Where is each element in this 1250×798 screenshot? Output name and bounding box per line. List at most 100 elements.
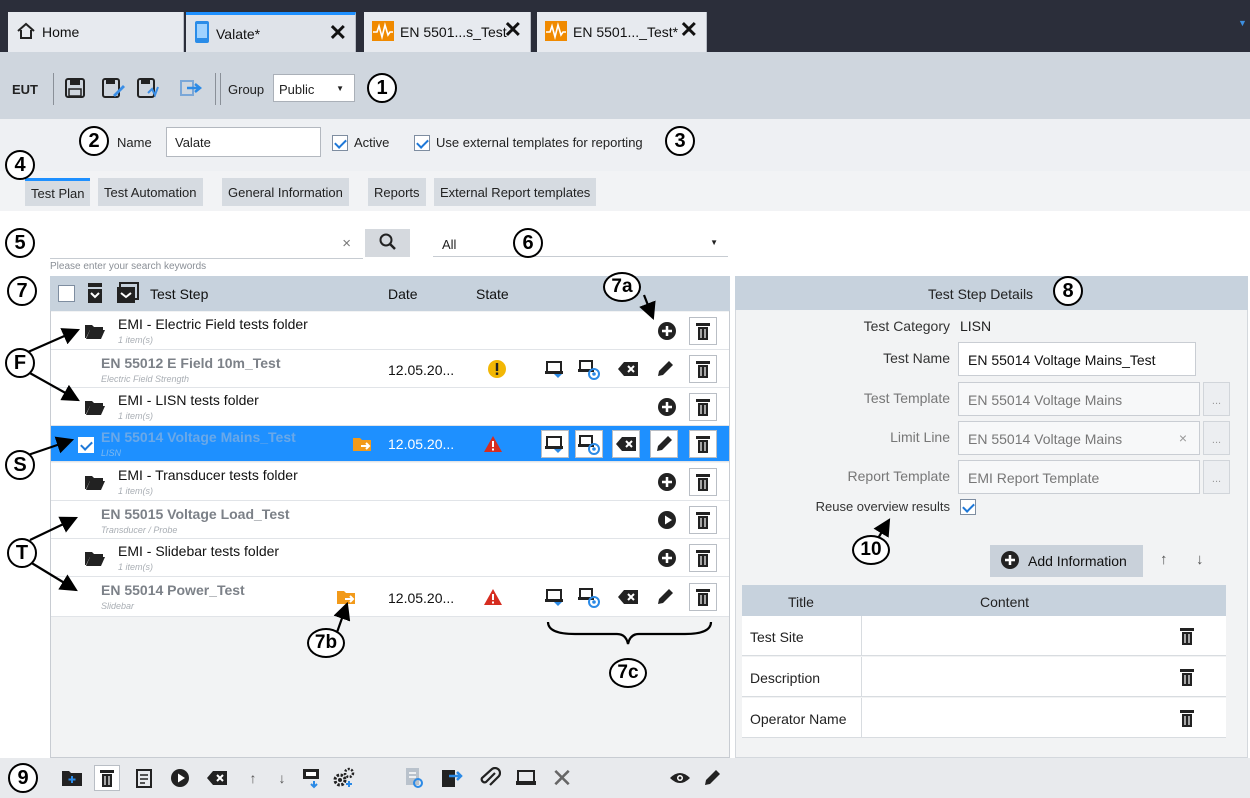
run-test-icon[interactable] bbox=[541, 430, 569, 458]
delete-icon[interactable] bbox=[689, 468, 717, 496]
search-button[interactable] bbox=[365, 229, 410, 257]
device-assign-icon[interactable] bbox=[300, 765, 324, 791]
edit-pencil-icon[interactable] bbox=[651, 583, 679, 611]
tree-row-folder[interactable]: EMI - Slidebar tests folder 1 item(s) bbox=[51, 539, 729, 577]
add-circle-icon[interactable] bbox=[653, 544, 681, 572]
tree-row-step[interactable]: EN 55014 Power_Test Slidebar 12.05.20... bbox=[51, 577, 729, 617]
waveform-icon bbox=[372, 20, 394, 44]
clear-results-icon[interactable] bbox=[205, 765, 229, 791]
move-up-icon[interactable]: ↑ bbox=[241, 765, 265, 791]
close-icon[interactable]: ✕ bbox=[550, 763, 574, 793]
tab-reports[interactable]: Reports bbox=[368, 178, 426, 206]
tab-test-1[interactable]: EN 5501...s_Test ✕ bbox=[364, 12, 531, 52]
run-preview-icon[interactable] bbox=[575, 430, 603, 458]
external-templates-checkbox[interactable] bbox=[414, 134, 430, 151]
row-title: EMI - LISN tests folder bbox=[118, 392, 259, 408]
delete-icon[interactable] bbox=[689, 393, 717, 421]
tree-row-step-selected[interactable]: EN 55014 Voltage Mains_Test LISN 12.05.2… bbox=[51, 426, 729, 462]
collapse-all-icon[interactable] bbox=[86, 282, 104, 307]
expand-all-icon[interactable] bbox=[116, 282, 140, 307]
test-name-label: Test Name bbox=[883, 350, 950, 366]
tab-external-report-templates[interactable]: External Report templates bbox=[434, 178, 597, 206]
tab-valate[interactable]: Valate* ✕ bbox=[186, 12, 356, 52]
tree-row-folder[interactable]: EMI - LISN tests folder 1 item(s) bbox=[51, 388, 729, 426]
edit-pencil-icon[interactable] bbox=[650, 430, 678, 458]
tree-row-folder[interactable]: EMI - Transducer tests folder 1 item(s) bbox=[51, 463, 729, 501]
tab-test-plan[interactable]: Test Plan bbox=[25, 178, 91, 206]
clear-icon[interactable]: × bbox=[342, 235, 351, 252]
add-circle-icon[interactable] bbox=[653, 317, 681, 345]
test-name-input[interactable]: EN 55014 Voltage Mains_Test bbox=[958, 342, 1196, 376]
tree-row-step[interactable]: EN 55012 E Field 10m_Test Electric Field… bbox=[51, 350, 729, 388]
run-test-icon[interactable] bbox=[541, 355, 569, 383]
search-input[interactable]: × bbox=[50, 229, 363, 259]
tab-general-information[interactable]: General Information bbox=[222, 178, 349, 206]
save-icon[interactable] bbox=[62, 74, 88, 102]
add-circle-icon[interactable] bbox=[653, 468, 681, 496]
clear-results-icon[interactable] bbox=[612, 430, 640, 458]
info-row[interactable]: Test Site bbox=[742, 616, 1226, 656]
report-preview-icon[interactable] bbox=[402, 765, 426, 791]
play-circle-icon[interactable] bbox=[168, 765, 192, 791]
close-icon[interactable]: ✕ bbox=[680, 19, 698, 41]
attachment-icon[interactable] bbox=[478, 765, 502, 791]
close-icon[interactable]: ✕ bbox=[504, 19, 522, 41]
delete-icon[interactable] bbox=[94, 765, 120, 791]
overflow-chevron-icon[interactable]: ▼ bbox=[1238, 18, 1247, 28]
add-information-button[interactable]: Add Information bbox=[990, 545, 1143, 577]
delete-icon[interactable] bbox=[1173, 704, 1201, 732]
tab-home[interactable]: Home bbox=[8, 12, 184, 52]
export-icon[interactable] bbox=[178, 74, 204, 102]
save-as-icon[interactable] bbox=[100, 74, 126, 102]
row-checkbox[interactable] bbox=[78, 436, 94, 453]
reuse-results-checkbox[interactable] bbox=[960, 498, 976, 515]
filter-select[interactable]: All ▼ bbox=[433, 229, 728, 257]
callout-marker: 7 bbox=[7, 276, 37, 306]
move-down-icon[interactable]: ↓ bbox=[270, 765, 294, 791]
arrow-down-icon[interactable]: ↓ bbox=[1196, 551, 1204, 568]
browse-limit-button[interactable]: ... bbox=[1203, 421, 1230, 455]
settings-gears-icon[interactable] bbox=[332, 765, 356, 791]
device-icon[interactable] bbox=[514, 765, 538, 791]
save-template-icon[interactable] bbox=[136, 74, 162, 102]
info-row[interactable]: Operator Name bbox=[742, 698, 1226, 738]
select-all-checkbox[interactable] bbox=[58, 285, 75, 303]
tab-test-automation[interactable]: Test Automation bbox=[98, 178, 203, 206]
edit-pencil-icon[interactable] bbox=[651, 355, 679, 383]
delete-icon[interactable] bbox=[689, 583, 717, 611]
clear-icon[interactable]: × bbox=[1179, 430, 1187, 446]
name-input[interactable]: Valate bbox=[166, 127, 321, 157]
toolbar-divider bbox=[215, 73, 216, 105]
add-circle-icon bbox=[1000, 550, 1020, 573]
report-export-icon[interactable] bbox=[440, 765, 464, 791]
clear-results-icon[interactable] bbox=[614, 355, 642, 383]
delete-icon[interactable] bbox=[689, 355, 717, 383]
copy-icon[interactable] bbox=[132, 765, 156, 791]
clear-results-icon[interactable] bbox=[614, 583, 642, 611]
eye-icon[interactable] bbox=[668, 765, 692, 791]
new-folder-icon[interactable] bbox=[60, 765, 84, 791]
group-select[interactable]: Public ▼ bbox=[273, 74, 355, 102]
delete-icon[interactable] bbox=[1173, 663, 1201, 691]
run-preview-icon[interactable] bbox=[575, 583, 603, 611]
info-row[interactable]: Description bbox=[742, 657, 1226, 697]
arrow-up-icon[interactable]: ↑ bbox=[1160, 551, 1168, 568]
run-test-icon[interactable] bbox=[541, 583, 569, 611]
tree-row-folder[interactable]: EMI - Electric Field tests folder 1 item… bbox=[51, 312, 729, 350]
edit-pencil-icon[interactable] bbox=[700, 765, 724, 791]
close-icon[interactable]: ✕ bbox=[329, 22, 347, 44]
browse-template-button[interactable]: ... bbox=[1203, 382, 1230, 416]
tab-test-2[interactable]: EN 5501..._Test* ✕ bbox=[537, 12, 707, 52]
add-circle-icon[interactable] bbox=[653, 393, 681, 421]
delete-icon[interactable] bbox=[689, 506, 717, 534]
browse-report-button[interactable]: ... bbox=[1203, 460, 1230, 494]
delete-icon[interactable] bbox=[689, 544, 717, 572]
delete-icon[interactable] bbox=[689, 317, 717, 345]
delete-icon[interactable] bbox=[689, 430, 717, 458]
active-checkbox[interactable] bbox=[332, 134, 348, 151]
run-preview-icon[interactable] bbox=[575, 355, 603, 383]
delete-icon[interactable] bbox=[1173, 622, 1201, 650]
play-circle-icon[interactable] bbox=[653, 506, 681, 534]
tree-row-step[interactable]: EN 55015 Voltage Load_Test Transducer / … bbox=[51, 501, 729, 539]
limit-line-label: Limit Line bbox=[890, 429, 950, 445]
